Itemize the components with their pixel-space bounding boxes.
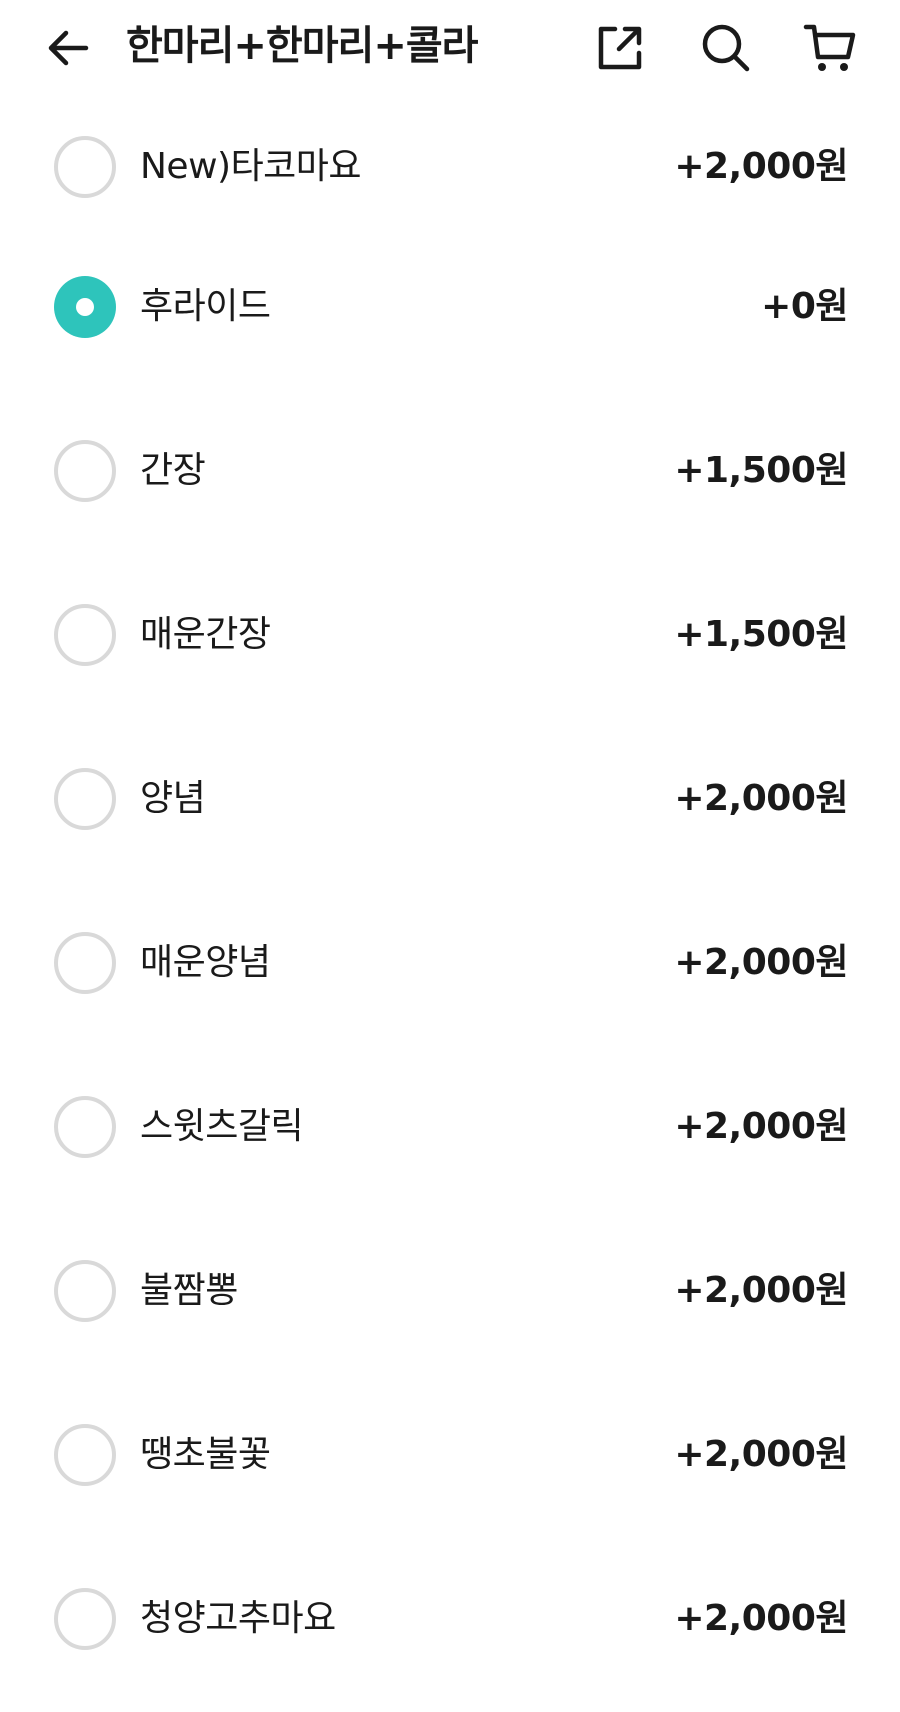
page-title: 한마리+한마리+콜라 xyxy=(126,23,478,69)
option-price: +2,000원 xyxy=(674,778,848,819)
option-row[interactable]: 땡초불꽃 +2,000원 xyxy=(0,1384,900,1548)
option-price: +2,000원 xyxy=(674,1434,848,1475)
option-price: +0원 xyxy=(761,286,848,327)
option-price: +2,000원 xyxy=(674,942,848,983)
option-row[interactable]: 양념 +2,000원 xyxy=(0,728,900,892)
option-row[interactable]: 매운간장 +1,500원 xyxy=(0,564,900,728)
radio-button[interactable] xyxy=(54,768,116,830)
option-row[interactable]: 후라이드 +0원 xyxy=(0,236,900,400)
option-label: 매운간장 xyxy=(140,614,271,655)
cart-icon xyxy=(803,24,856,71)
back-button[interactable] xyxy=(40,20,96,76)
radio-button[interactable] xyxy=(54,1096,116,1158)
option-label: 양념 xyxy=(140,778,206,819)
radio-button[interactable] xyxy=(54,440,116,502)
option-row[interactable]: 매운양념 +2,000원 xyxy=(0,892,900,1056)
option-label: 간장 xyxy=(140,450,206,491)
radio-button[interactable] xyxy=(54,136,116,198)
option-price: +1,500원 xyxy=(674,614,848,655)
radio-button[interactable] xyxy=(54,1588,116,1650)
option-row[interactable]: 청양고추마요 +2,000원 xyxy=(0,1548,900,1712)
option-price: +2,000원 xyxy=(674,1598,848,1639)
option-price: +2,000원 xyxy=(674,1106,848,1147)
radio-button[interactable] xyxy=(54,1260,116,1322)
option-label: 후라이드 xyxy=(140,286,271,327)
option-label: 스윗츠갈릭 xyxy=(140,1106,304,1147)
radio-button[interactable] xyxy=(54,932,116,994)
option-price: +2,000원 xyxy=(674,146,848,187)
radio-button[interactable] xyxy=(54,604,116,666)
option-row[interactable]: New)타코마요 +2,000원 xyxy=(0,96,900,236)
option-row[interactable]: 스윗츠갈릭 +2,000원 xyxy=(0,1056,900,1220)
option-label: 매운양념 xyxy=(140,942,271,983)
option-label: 불짬뽕 xyxy=(140,1270,238,1311)
option-label: New)타코마요 xyxy=(140,146,362,187)
option-price: +2,000원 xyxy=(674,1270,848,1311)
option-price: +1,500원 xyxy=(674,450,848,491)
option-label: 청양고추마요 xyxy=(140,1598,336,1639)
option-label: 땡초불꽃 xyxy=(140,1434,271,1475)
search-icon xyxy=(702,24,750,72)
radio-button-selected[interactable] xyxy=(54,276,116,338)
top-app-bar: 한마리+한마리+콜라 xyxy=(0,0,900,96)
arrow-left-icon xyxy=(48,30,89,66)
option-list: New)타코마요 +2,000원 후라이드 +0원 간장 +1,500원 매운간… xyxy=(0,96,900,1712)
option-row[interactable]: 불짬뽕 +2,000원 xyxy=(0,1220,900,1384)
search-button[interactable] xyxy=(696,18,756,78)
cart-button[interactable] xyxy=(800,18,860,78)
radio-button[interactable] xyxy=(54,1424,116,1486)
share-icon xyxy=(598,26,642,70)
option-row[interactable]: 간장 +1,500원 xyxy=(0,400,900,564)
share-button[interactable] xyxy=(590,18,650,78)
